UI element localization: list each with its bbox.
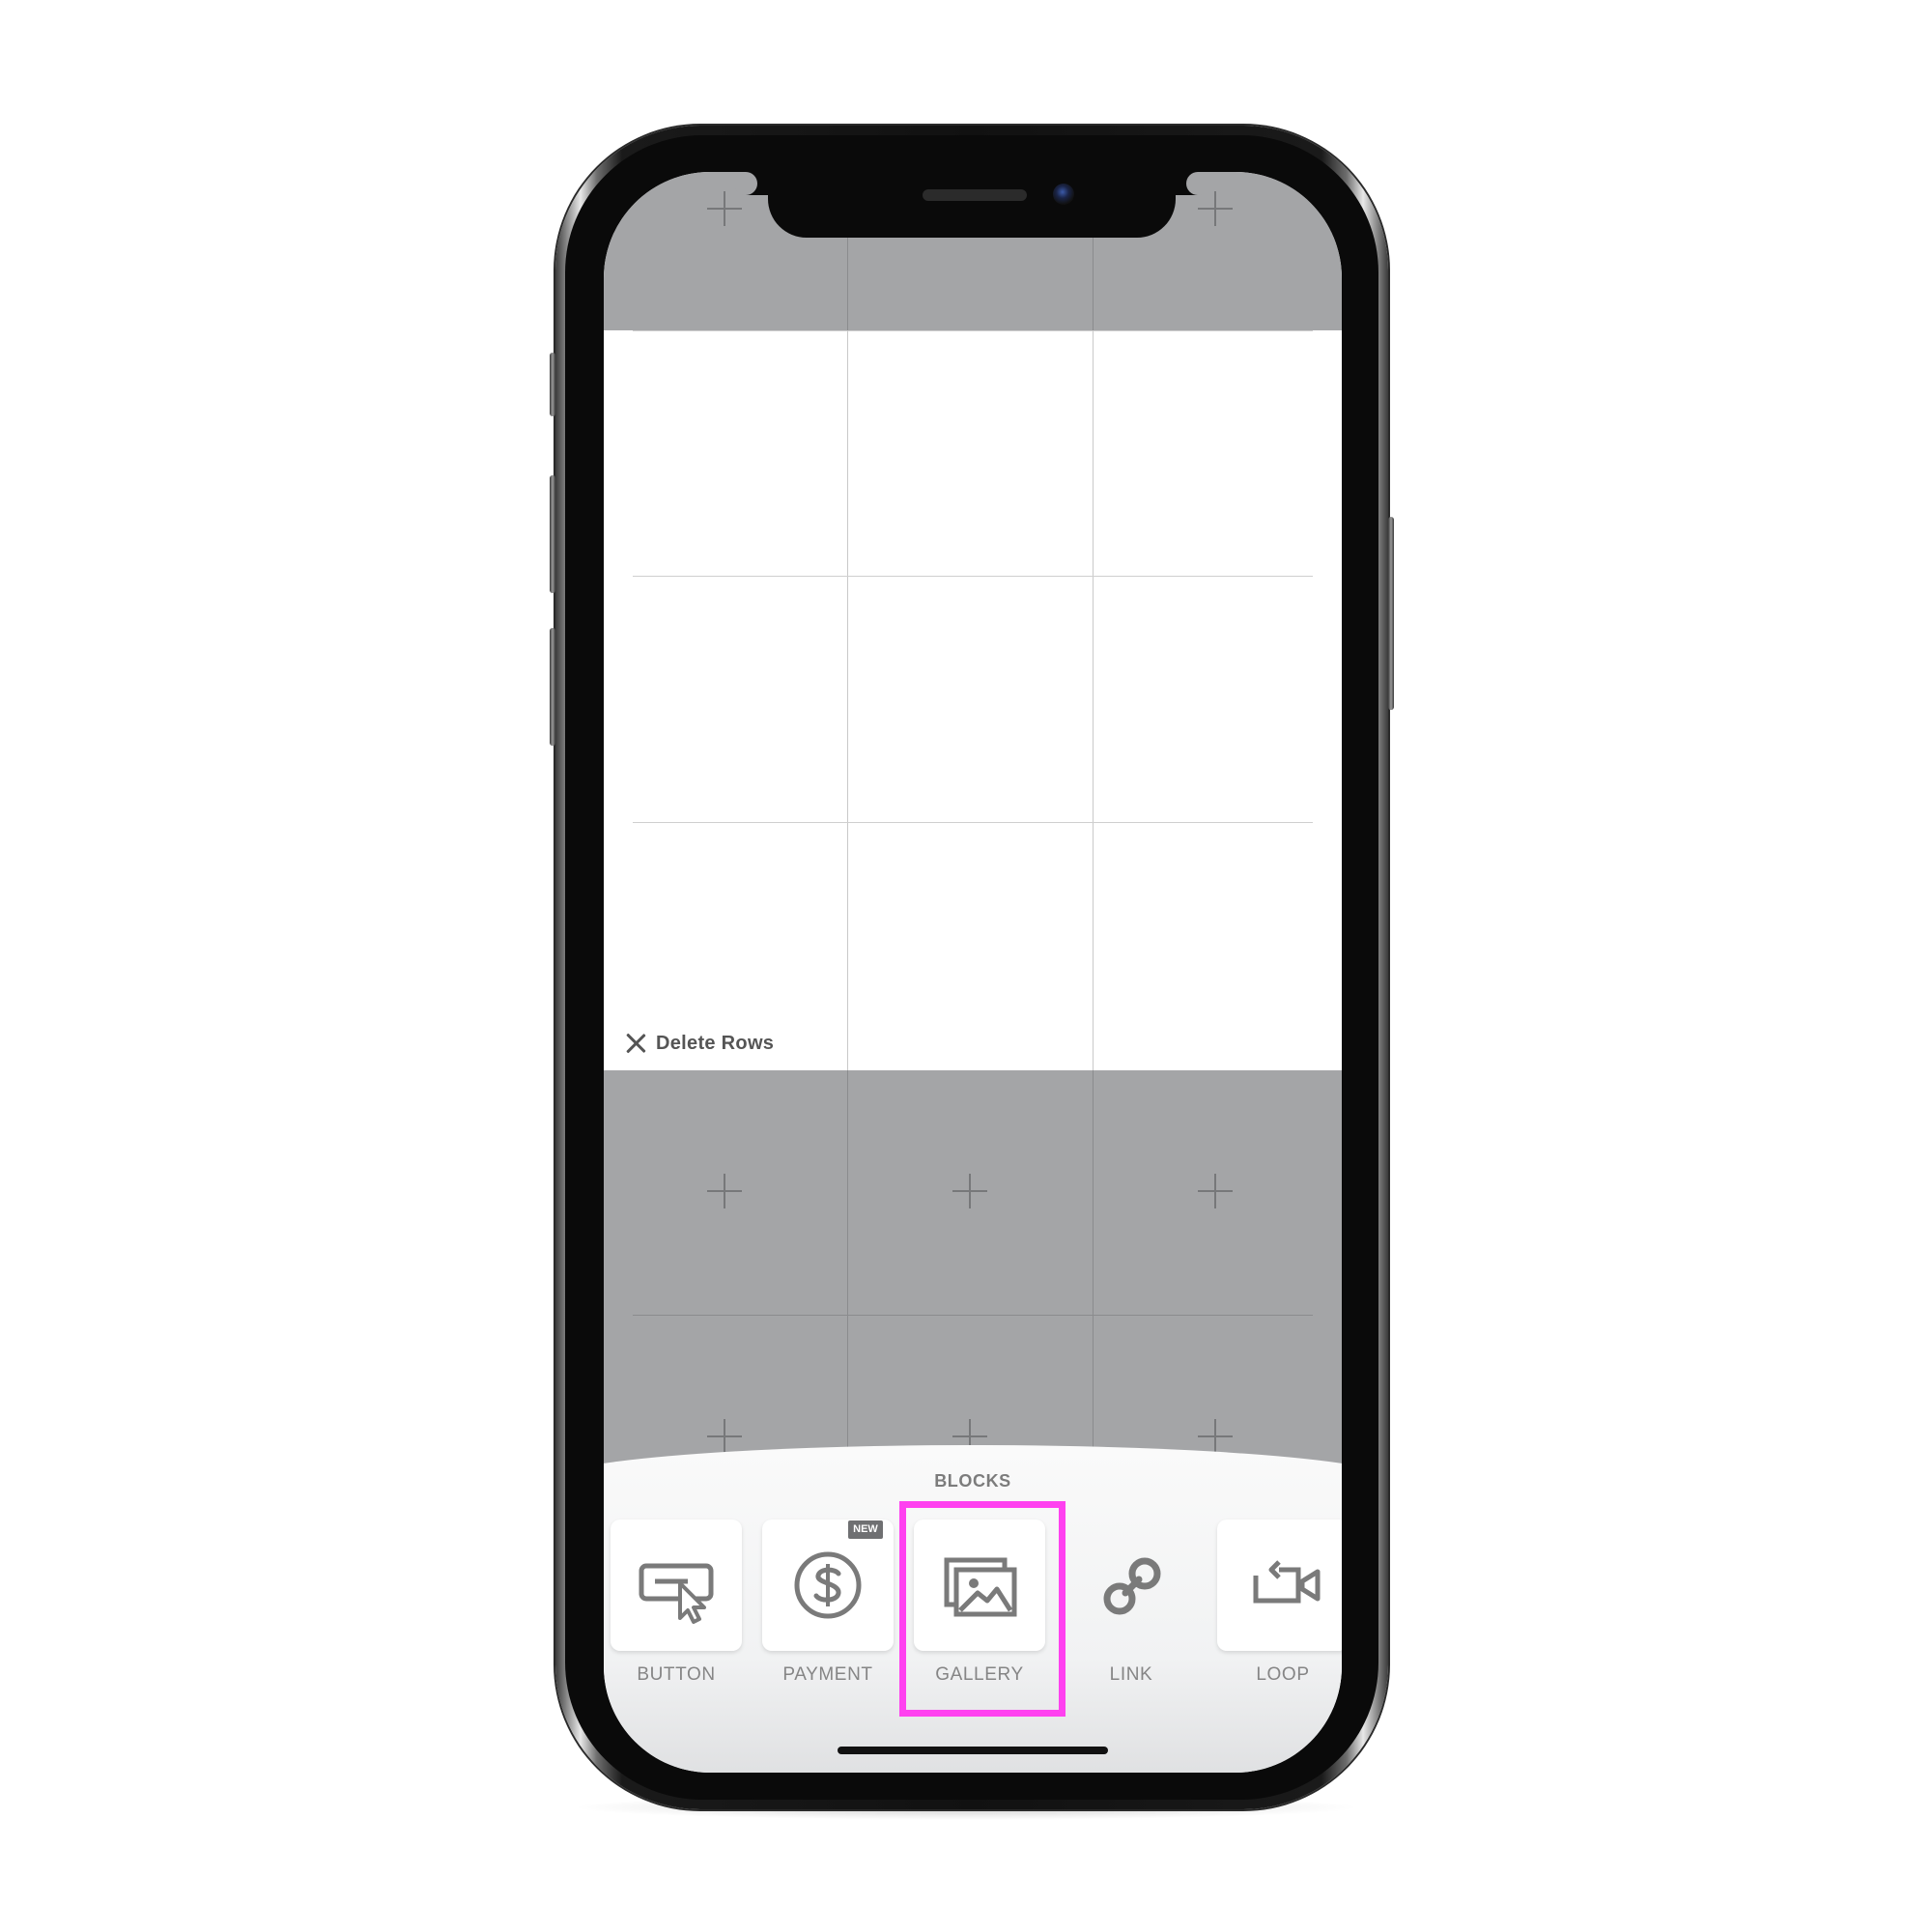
volume-down-button — [550, 628, 555, 746]
add-cell-icon[interactable] — [952, 1174, 987, 1208]
add-cell-icon[interactable] — [707, 1174, 742, 1208]
dollar-icon — [794, 1551, 862, 1619]
front-camera — [1053, 184, 1074, 205]
filled-rows[interactable] — [604, 330, 1342, 1070]
speaker-grille — [923, 189, 1027, 201]
grid-column-line — [1093, 330, 1094, 1070]
add-cell-icon[interactable] — [707, 1419, 742, 1454]
link-icon — [1103, 1557, 1161, 1615]
loop-video-icon — [1253, 1560, 1321, 1604]
block-payment[interactable] — [762, 1520, 894, 1651]
add-cell-icon[interactable] — [707, 191, 742, 226]
block-link-label: LINK — [1109, 1664, 1153, 1685]
add-cell-icon[interactable] — [1198, 191, 1233, 226]
grid-row-line — [633, 330, 1313, 331]
block-loop[interactable] — [1217, 1520, 1342, 1651]
home-indicator[interactable] — [838, 1747, 1108, 1754]
volume-up-button — [550, 475, 555, 593]
mute-switch — [550, 353, 555, 416]
button-cursor-icon — [639, 1563, 714, 1624]
grid-row-line — [633, 822, 1313, 823]
blocks-title: BLOCKS — [934, 1471, 1011, 1491]
side-button — [1388, 517, 1394, 710]
block-button-label: BUTTON — [637, 1664, 716, 1685]
notch — [768, 172, 1176, 238]
add-cell-icon[interactable] — [1198, 1419, 1233, 1454]
block-payment-label: PAYMENT — [782, 1664, 873, 1685]
add-cell-icon[interactable] — [1198, 1174, 1233, 1208]
new-badge: NEW — [848, 1520, 883, 1539]
delete-rows-button[interactable]: Delete Rows — [625, 1027, 774, 1060]
delete-rows-label: Delete Rows — [656, 1032, 775, 1054]
close-icon — [625, 1033, 646, 1054]
grid-column-line — [847, 330, 848, 1070]
notch-corner — [1175, 172, 1209, 195]
gallery-highlight-box — [899, 1501, 1065, 1717]
grid-row-line — [633, 1315, 1313, 1316]
block-loop-label: LOOP — [1256, 1664, 1310, 1685]
block-link[interactable] — [1065, 1520, 1197, 1651]
notch-corner — [734, 172, 769, 195]
block-button[interactable] — [611, 1520, 742, 1651]
grid-row-line — [633, 576, 1313, 577]
